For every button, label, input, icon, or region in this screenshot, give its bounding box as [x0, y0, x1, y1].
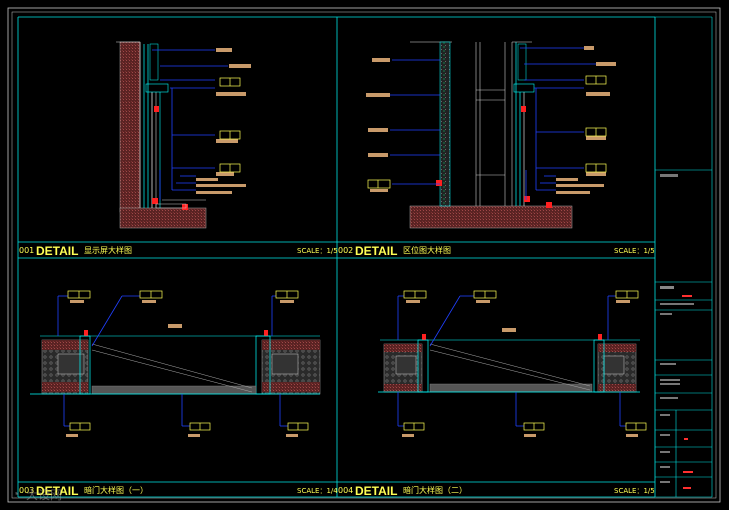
panel-2-scale: SCALE：1/5 — [614, 247, 655, 255]
panel-1-title: 显示屏大样图 — [84, 246, 132, 255]
panel-3-section — [30, 290, 321, 437]
panel-1-detail-label: DETAIL — [36, 244, 79, 258]
panel-3-scale: SCALE：1/4 — [297, 487, 338, 495]
panel-1-scale: SCALE：1/5 — [297, 247, 338, 255]
panel-3-title: 暗门大样图（一） — [84, 486, 148, 495]
panel-4-number: 004 — [338, 486, 354, 495]
panel-2-title: 区位图大样图 — [403, 246, 451, 255]
panel-4-scale: SCALE：1/5 — [614, 487, 655, 495]
panel-1-number: 001 — [19, 246, 35, 255]
panel-borders — [17, 16, 656, 498]
panel-4-detail-label: DETAIL — [355, 484, 398, 498]
panel-4-title: 暗门大样图（二） — [403, 486, 467, 495]
panel-2-section — [366, 41, 616, 229]
title-block-notes — [660, 174, 694, 489]
watermark-logo-icon: ◔ — [12, 487, 20, 501]
panel-4-section — [378, 290, 647, 437]
drawing-sheet: 001 DETAIL 显示屏大样图 SCALE：1/5 002 DETAIL 区… — [0, 0, 729, 510]
panel-2-number: 002 — [338, 246, 354, 255]
panel-1-section — [116, 41, 251, 229]
title-block — [655, 16, 713, 498]
panel-2-detail-label: DETAIL — [355, 244, 398, 258]
watermark: 大设网 — [26, 488, 63, 502]
